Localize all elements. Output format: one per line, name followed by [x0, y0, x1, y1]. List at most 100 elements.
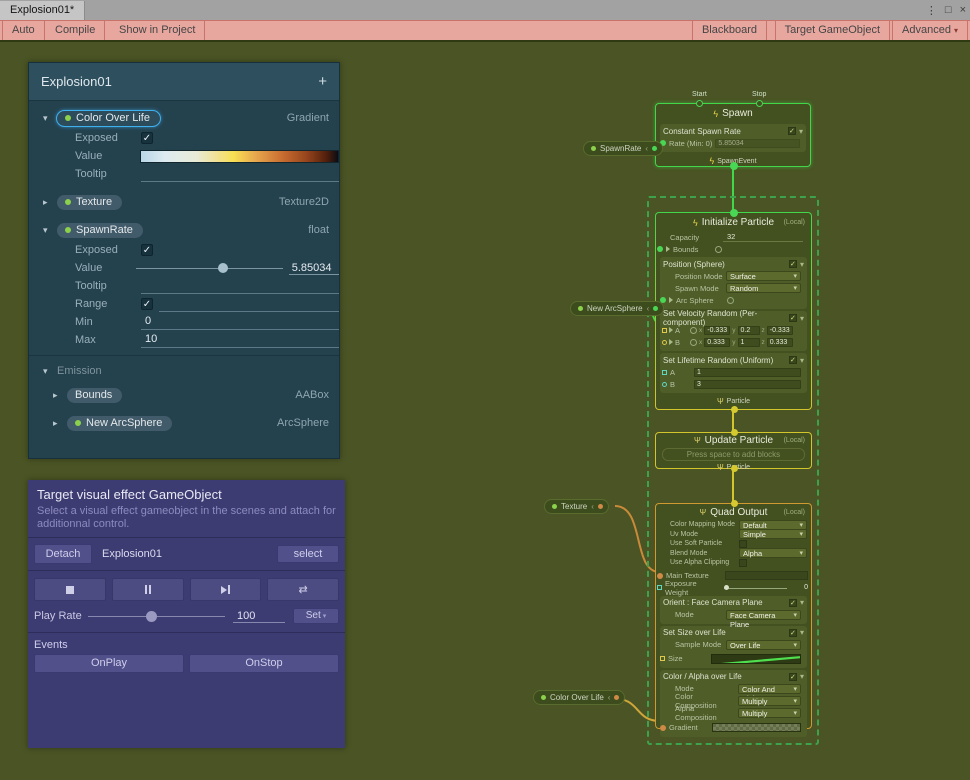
spawnevent-output-port[interactable]: [730, 162, 738, 170]
collapse-icon[interactable]: ▾: [800, 628, 804, 637]
gradient-field[interactable]: [140, 150, 339, 163]
restart-button[interactable]: ⇄: [267, 578, 339, 601]
expand-arrow-icon[interactable]: [666, 246, 670, 252]
block-enabled-checkbox[interactable]: ✓: [788, 127, 796, 135]
blend-mode-dropdown[interactable]: Alpha▾: [739, 548, 807, 558]
new-arcsphere-parameter-node[interactable]: New ArcSphere ‹: [570, 301, 664, 316]
b-y-field[interactable]: 1: [738, 338, 760, 347]
float-port-icon[interactable]: [657, 585, 662, 590]
collapse-icon[interactable]: ▾: [800, 672, 804, 681]
a-z-field[interactable]: -0.333: [767, 326, 793, 335]
texture-parameter-node[interactable]: Texture ‹: [544, 499, 609, 514]
update-particle-node[interactable]: Ψ Update Particle (Local) Press space to…: [655, 432, 812, 469]
color-composition-dropdown[interactable]: Multiply▾: [738, 696, 801, 706]
collapse-icon[interactable]: ▾: [800, 356, 804, 365]
output-port[interactable]: [598, 504, 603, 509]
add-blocks-placeholder[interactable]: Press space to add blocks: [662, 448, 805, 461]
spawnrate-parameter-node[interactable]: SpawnRate ‹: [583, 141, 663, 156]
chevron-right-icon[interactable]: ▸: [53, 418, 67, 429]
block-enabled-checkbox[interactable]: ✓: [789, 314, 797, 322]
constant-spawn-rate-block[interactable]: Constant Spawn Rate ✓ ▾ Rate (Min: 0) 5.…: [660, 124, 806, 152]
expand-arrow-icon[interactable]: [669, 339, 673, 345]
show-in-project-button[interactable]: Show in Project: [110, 21, 205, 40]
tooltip-field[interactable]: [141, 166, 339, 182]
advanced-dropdown-button[interactable]: Advanced▾: [892, 21, 968, 40]
collapse-icon[interactable]: ‹: [591, 502, 594, 511]
block-enabled-checkbox[interactable]: ✓: [789, 260, 797, 268]
exposed-checkbox[interactable]: ✓: [141, 132, 153, 144]
param-pill-new-arcsphere[interactable]: New ArcSphere: [67, 416, 172, 431]
param-pill-bounds[interactable]: Bounds: [67, 388, 122, 403]
block-enabled-checkbox[interactable]: ✓: [789, 673, 797, 681]
collapse-icon[interactable]: ▾: [800, 260, 804, 269]
main-texture-field[interactable]: [725, 571, 808, 580]
rate-value-field[interactable]: 5.85034: [715, 139, 800, 148]
exposed-checkbox[interactable]: ✓: [141, 244, 153, 256]
chevron-down-icon[interactable]: ▾: [43, 225, 57, 236]
node-header[interactable]: Ψ Update Particle (Local): [656, 433, 811, 447]
chevron-down-icon[interactable]: ▾: [43, 366, 57, 377]
block-enabled-checkbox[interactable]: ✓: [789, 356, 797, 364]
clock-icon[interactable]: [690, 327, 697, 334]
vector-port-icon[interactable]: [662, 340, 667, 345]
add-parameter-button[interactable]: +: [318, 73, 327, 90]
tab-explosion01[interactable]: Explosion01*: [0, 1, 85, 20]
step-button[interactable]: [190, 578, 262, 601]
category-label[interactable]: Emission: [57, 365, 102, 377]
info-circle-icon[interactable]: [727, 297, 734, 304]
b-z-field[interactable]: 0.333: [767, 338, 793, 347]
sample-mode-dropdown[interactable]: Over Life▾: [726, 640, 801, 650]
close-icon[interactable]: ×: [960, 4, 966, 16]
info-circle-icon[interactable]: [715, 246, 722, 253]
exposure-weight-value[interactable]: 0: [804, 584, 808, 591]
kebab-menu-icon[interactable]: ⋮: [926, 4, 937, 17]
slider-thumb[interactable]: [724, 585, 729, 590]
bounds-input-port[interactable]: [657, 246, 663, 252]
gradient-field[interactable]: [712, 723, 801, 732]
set-lifetime-random-block[interactable]: Set Lifetime Random (Uniform) ✓ ▾ A 1 B …: [660, 353, 807, 393]
tooltip-field[interactable]: [141, 278, 339, 294]
min-field[interactable]: 0: [141, 314, 339, 330]
alpha-composition-dropdown[interactable]: Multiply▾: [738, 708, 801, 718]
collapse-icon[interactable]: ‹: [645, 144, 648, 153]
select-button[interactable]: select: [277, 545, 339, 563]
uv-mode-dropdown[interactable]: Simple▾: [739, 529, 807, 539]
pause-button[interactable]: [112, 578, 184, 601]
node-header[interactable]: Ψ Quad Output (Local): [656, 504, 811, 520]
particle-output-port[interactable]: [731, 406, 738, 413]
color-mapping-dropdown[interactable]: Default▾: [739, 520, 807, 530]
set-velocity-random-block[interactable]: Set Velocity Random (Per-component) ✓ ▾ …: [660, 311, 807, 351]
set-size-over-life-block[interactable]: Set Size over Life ✓ ▾ Sample Mode Over …: [660, 626, 807, 668]
graph-canvas[interactable]: Explosion01 + ▾ Color Over Life Gradient…: [0, 42, 970, 780]
detach-button[interactable]: Detach: [34, 544, 92, 564]
output-port[interactable]: [614, 695, 619, 700]
color-over-life-parameter-node[interactable]: Color Over Life ‹: [533, 690, 625, 705]
position-sphere-block[interactable]: Position (Sphere) ✓ ▾ Position Mode Surf…: [660, 257, 807, 309]
color-mode-dropdown[interactable]: Color And Alpha▾: [738, 684, 801, 694]
collapse-icon[interactable]: ▾: [800, 598, 804, 607]
main-texture-input-port[interactable]: [657, 573, 663, 579]
float-port-icon[interactable]: [662, 382, 667, 387]
value-number-field[interactable]: 5.85034: [289, 262, 339, 275]
lifetime-b-field[interactable]: 3: [694, 380, 801, 389]
compile-button[interactable]: Compile: [46, 21, 105, 40]
collapse-icon[interactable]: ▾: [799, 127, 803, 136]
b-x-field[interactable]: 0.333: [704, 338, 730, 347]
lifetime-a-field[interactable]: 1: [694, 368, 801, 377]
expand-arrow-icon[interactable]: [669, 297, 673, 303]
size-input-port[interactable]: [660, 656, 665, 661]
play-rate-slider[interactable]: [88, 610, 225, 622]
expand-arrow-icon[interactable]: [669, 327, 673, 333]
spawn-mode-dropdown[interactable]: Random▾: [726, 283, 801, 293]
clock-icon[interactable]: [690, 339, 697, 346]
a-x-field[interactable]: -0.333: [704, 326, 730, 335]
spawn-context-node[interactable]: Start Stop ϟ Spawn Constant Spawn Rate ✓…: [655, 103, 811, 167]
param-pill-texture[interactable]: Texture: [57, 195, 122, 210]
quad-output-node[interactable]: Ψ Quad Output (Local) Color Mapping Mode…: [655, 503, 812, 729]
stop-button[interactable]: [34, 578, 106, 601]
set-rate-dropdown-button[interactable]: Set▾: [293, 608, 339, 624]
range-checkbox[interactable]: ✓: [141, 298, 153, 310]
play-rate-value-field[interactable]: 100: [233, 610, 285, 623]
soft-particle-checkbox[interactable]: [739, 540, 747, 548]
param-pill-spawnrate[interactable]: SpawnRate: [57, 223, 143, 238]
